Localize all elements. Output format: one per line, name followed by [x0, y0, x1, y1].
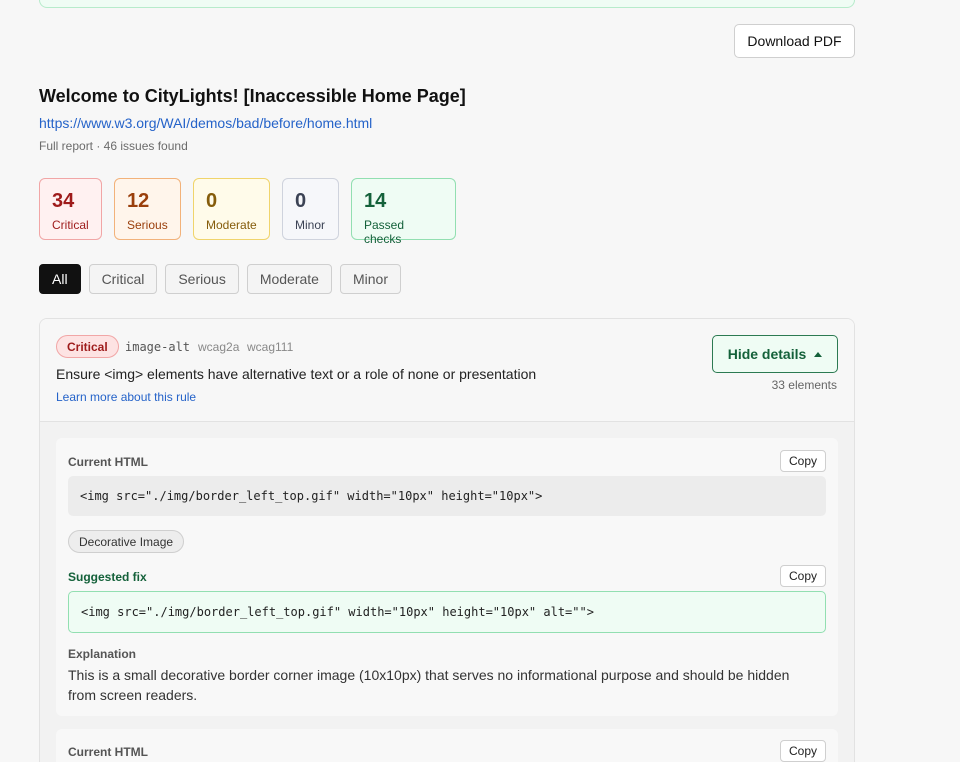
- suggested-fix-label: Suggested fix: [68, 570, 147, 584]
- suggested-fix-code: <img src="./img/border_left_top.gif" wid…: [68, 591, 826, 633]
- element-count: 33 elements: [771, 378, 837, 392]
- category-pill: Decorative Image: [68, 530, 185, 553]
- stat-label: Serious: [127, 218, 168, 232]
- hide-details-label: Hide details: [727, 346, 807, 362]
- rule-tag: wcag111: [247, 340, 294, 354]
- stat-minor[interactable]: 0 Minor: [282, 178, 339, 240]
- rule-id: image-alt: [125, 340, 191, 354]
- learn-more-link[interactable]: Learn more about this rule: [56, 390, 196, 404]
- page-title: Welcome to CityLights! [Inaccessible Hom…: [39, 86, 466, 106]
- stat-label: Moderate: [206, 218, 257, 232]
- stat-label: Passed checks: [364, 218, 405, 246]
- stats-row: 34 Critical 12 Serious 0 Moderate 0 Mino…: [39, 178, 456, 246]
- stat-count: 34: [52, 190, 75, 212]
- current-html-code: <img src="./img/border_left_top.gif" wid…: [68, 476, 826, 516]
- page-url-link[interactable]: https://www.w3.org/WAI/demos/bad/before/…: [39, 115, 372, 131]
- rule-tag: wcag2a: [198, 340, 240, 354]
- filter-minor[interactable]: Minor: [339, 264, 401, 294]
- filter-moderate[interactable]: Moderate: [246, 264, 332, 294]
- stat-count: 12: [127, 190, 150, 212]
- copy-current-html-button[interactable]: Copy: [780, 740, 826, 762]
- severity-badge: Critical: [56, 335, 119, 358]
- rule-details: Current HTML Copy <img src="./img/border…: [40, 422, 854, 762]
- current-html-label: Current HTML: [68, 745, 148, 759]
- stat-serious[interactable]: 12 Serious: [114, 178, 181, 240]
- stat-count: 14: [364, 190, 387, 212]
- hide-details-button[interactable]: Hide details: [712, 335, 838, 373]
- report-summary: Full report · 46 issues found: [39, 139, 188, 153]
- stat-label: Critical: [52, 218, 89, 232]
- stat-passed[interactable]: 14 Passed checks: [351, 178, 456, 246]
- stat-count: 0: [295, 190, 307, 212]
- explanation-label: Explanation: [68, 647, 137, 661]
- element-fix-item: Current HTML Copy: [56, 729, 838, 762]
- caret-up-icon: [814, 351, 823, 357]
- stat-label: Minor: [295, 218, 326, 232]
- filter-tabs: All Critical Serious Moderate Minor: [39, 264, 401, 294]
- stat-moderate[interactable]: 0 Moderate: [193, 178, 270, 240]
- stat-count: 0: [206, 190, 218, 212]
- current-html-label: Current HTML: [68, 455, 148, 469]
- top-banner: [39, 0, 855, 8]
- explanation-text: This is a small decorative border corner…: [68, 667, 790, 703]
- stat-critical[interactable]: 34 Critical: [39, 178, 102, 240]
- copy-fix-button[interactable]: Copy: [780, 565, 826, 587]
- filter-critical[interactable]: Critical: [88, 264, 158, 294]
- rule-card: Critical image-alt wcag2a wcag111 Ensure…: [39, 318, 855, 762]
- element-fix-item: Current HTML Copy <img src="./img/border…: [56, 438, 838, 716]
- filter-all[interactable]: All: [39, 264, 81, 294]
- rule-header: Critical image-alt wcag2a wcag111 Ensure…: [40, 319, 854, 422]
- rule-description: Ensure <img> elements have alternative t…: [56, 366, 537, 382]
- copy-current-html-button[interactable]: Copy: [780, 450, 826, 472]
- download-pdf-button[interactable]: Download PDF: [734, 24, 855, 58]
- filter-serious[interactable]: Serious: [165, 264, 239, 294]
